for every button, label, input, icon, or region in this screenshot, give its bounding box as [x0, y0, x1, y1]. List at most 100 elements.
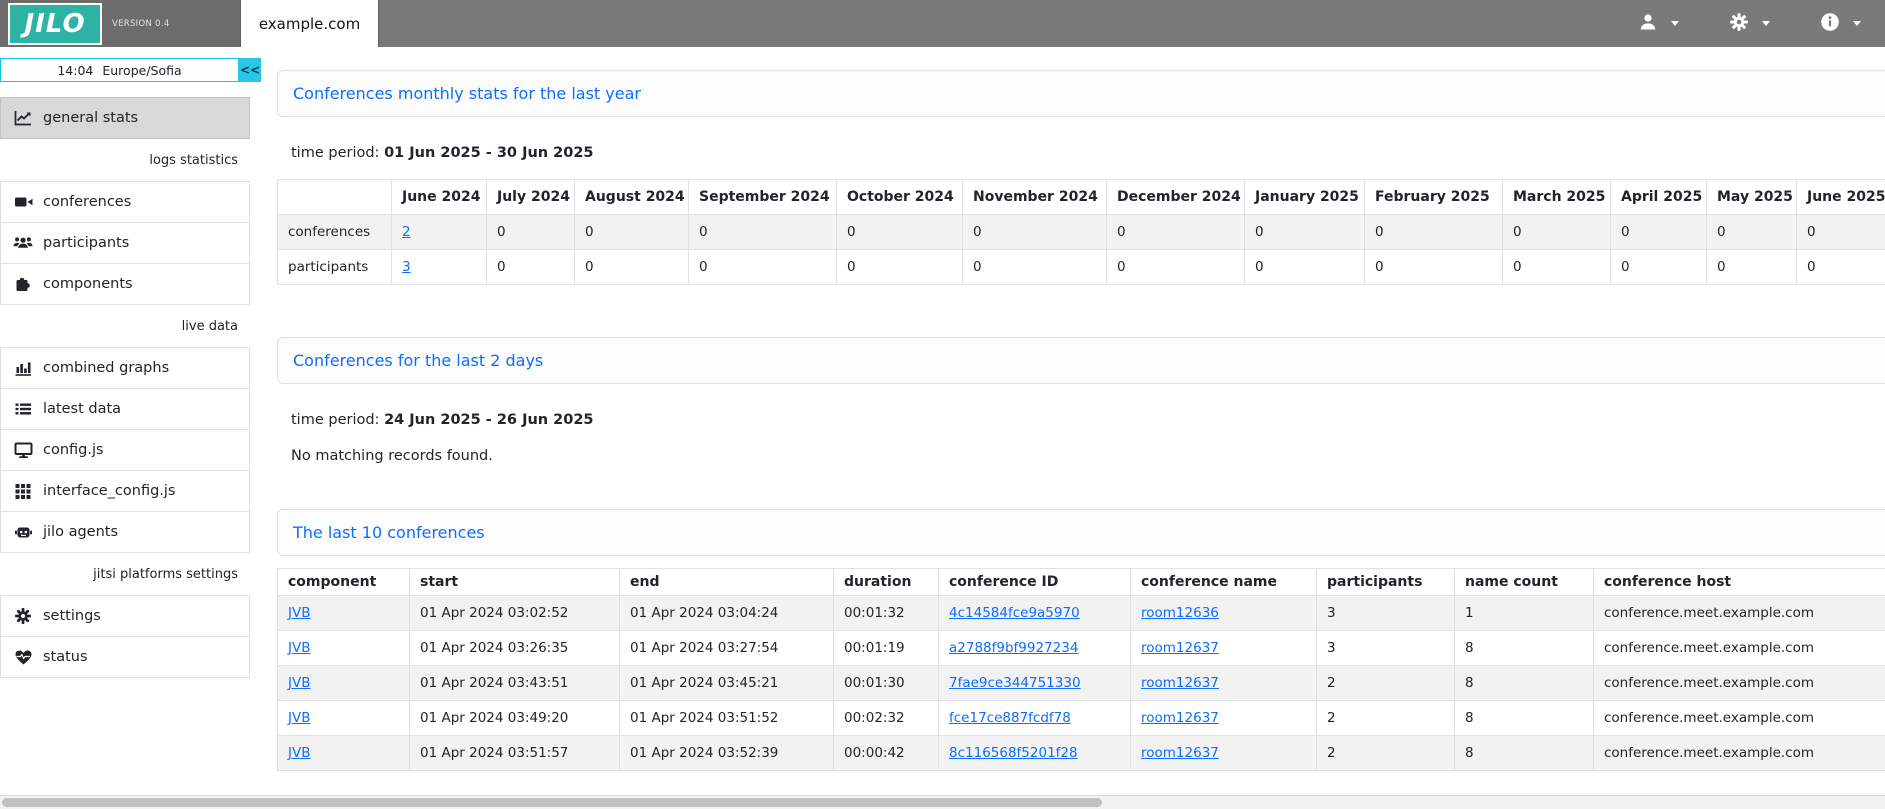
sidebar-item-general-stats[interactable]: general stats	[0, 97, 250, 139]
row-label: conferences	[278, 215, 392, 250]
time-period-label: time period:	[291, 412, 379, 428]
conference-id-link[interactable]: 8c116568f5201f28	[949, 745, 1078, 761]
sidebar-item-label: combined graphs	[43, 360, 169, 376]
component-link[interactable]: JVB	[288, 640, 310, 656]
conference-id-cell: a2788f9bf9927234	[939, 631, 1131, 666]
component-cell: JVB	[278, 666, 410, 701]
month-header-september-2024: September 2024	[689, 180, 837, 215]
stat-cell: 0	[1707, 215, 1797, 250]
sidebar-item-conferences[interactable]: conferences	[0, 181, 250, 223]
chart-line-icon	[13, 109, 33, 127]
sidebar-item-label: interface_config.js	[43, 483, 175, 499]
conference-name-cell: room12637	[1131, 701, 1317, 736]
list-icon	[13, 400, 33, 418]
component-link[interactable]: JVB	[288, 710, 310, 726]
name-count-cell: 8	[1455, 701, 1594, 736]
end-cell: 01 Apr 2024 03:52:39	[620, 736, 834, 771]
sidebar-collapse-button[interactable]: <<	[239, 58, 261, 82]
version-label: VERSION 0.4	[112, 19, 170, 29]
card-last-10-conferences: The last 10 conferences	[277, 509, 1885, 556]
end-cell: 01 Apr 2024 03:27:54	[620, 631, 834, 666]
component-link[interactable]: JVB	[288, 675, 310, 691]
month-header-may-2025: May 2025	[1707, 180, 1797, 215]
time-display: 14:04 Europe/Sofia	[0, 58, 239, 82]
participants-header: participants	[1317, 569, 1455, 596]
app-logo[interactable]: JILO	[8, 3, 102, 45]
sidebar-item-participants[interactable]: participants	[0, 222, 250, 264]
chevron-down-icon	[1853, 21, 1861, 26]
scrollbar-thumb[interactable]	[2, 798, 1102, 807]
conference-name-link[interactable]: room12637	[1141, 675, 1219, 691]
time-widget: 14:04 Europe/Sofia <<	[0, 58, 261, 82]
conferences-header-row: componentstartenddurationconference IDco…	[278, 569, 1885, 596]
row-label: participants	[278, 250, 392, 285]
component-header: component	[278, 569, 410, 596]
section-title-last-10: The last 10 conferences	[293, 523, 485, 542]
stat-cell: 0	[963, 215, 1107, 250]
month-header-november-2024: November 2024	[963, 180, 1107, 215]
settings-menu[interactable]	[1729, 12, 1770, 36]
end-cell: 01 Apr 2024 03:51:52	[620, 701, 834, 736]
stat-cell: 2	[392, 215, 487, 250]
end-cell: 01 Apr 2024 03:45:21	[620, 666, 834, 701]
time-period-value: 24 Jun 2025 - 26 Jun 2025	[384, 412, 593, 428]
name-count-cell: 8	[1455, 736, 1594, 771]
component-link[interactable]: JVB	[288, 605, 310, 621]
stats-row-participants: participants3000000000000	[278, 250, 1885, 285]
sidebar-item-combined-graphs[interactable]: combined graphs	[0, 347, 250, 389]
stat-cell: 0	[1503, 215, 1611, 250]
video-icon	[13, 193, 33, 211]
month-header-december-2024: December 2024	[1107, 180, 1245, 215]
conference-id-link[interactable]: 7fae9ce344751330	[949, 675, 1081, 691]
heart-pulse-icon	[13, 648, 33, 666]
sidebar-menu: general stats logs statistics conference…	[0, 97, 250, 678]
horizontal-scrollbar[interactable]	[0, 795, 1885, 809]
conference-id-link[interactable]: 4c14584fce9a5970	[949, 605, 1080, 621]
month-header-march-2025: March 2025	[1503, 180, 1611, 215]
conference-id-cell: 8c116568f5201f28	[939, 736, 1131, 771]
component-link[interactable]: JVB	[288, 745, 310, 761]
sidebar-item-label: config.js	[43, 442, 104, 458]
stat-cell: 0	[575, 250, 689, 285]
monitor-icon	[13, 441, 33, 459]
monthly-header-row: June 2024July 2024August 2024September 2…	[278, 180, 1885, 215]
sidebar-item-settings[interactable]: settings	[0, 595, 250, 637]
conferences-count-link[interactable]: 2	[402, 224, 411, 240]
top-bar: JILO VERSION 0.4 example.com	[0, 0, 1885, 47]
sidebar-item-label: components	[43, 276, 133, 292]
conference-name-link[interactable]: room12637	[1141, 640, 1219, 656]
participants-cell: 2	[1317, 701, 1455, 736]
section-title-monthly: Conferences monthly stats for the last y…	[293, 84, 641, 103]
stat-cell: 0	[1107, 215, 1245, 250]
conference-name-link[interactable]: room12637	[1141, 745, 1219, 761]
card-last-2-days: Conferences for the last 2 days	[277, 337, 1885, 384]
info-menu[interactable]	[1820, 12, 1861, 36]
conference-row: JVB01 Apr 2024 03:49:2001 Apr 2024 03:51…	[278, 701, 1885, 736]
clock-time: 14:04	[57, 63, 93, 78]
sidebar-item-jilo-agents[interactable]: jilo agents	[0, 511, 250, 553]
sidebar-item-status[interactable]: status	[0, 636, 250, 678]
robot-icon	[13, 523, 33, 541]
sidebar-item-interface-config-js[interactable]: interface_config.js	[0, 470, 250, 512]
participants-count-link[interactable]: 3	[402, 259, 411, 275]
conference-name-link[interactable]: room12636	[1141, 605, 1219, 621]
gear-icon	[1729, 12, 1749, 36]
user-menu[interactable]	[1638, 12, 1679, 36]
gear-icon	[13, 607, 33, 625]
start-header: start	[410, 569, 620, 596]
tab-example-com[interactable]: example.com	[240, 0, 379, 47]
users-icon	[13, 234, 33, 252]
sidebar-item-config-js[interactable]: config.js	[0, 429, 250, 471]
timezone-label: Europe/Sofia	[102, 63, 181, 78]
sidebar-section-logs-statistics: logs statistics	[0, 139, 250, 182]
conference-name-link[interactable]: room12637	[1141, 710, 1219, 726]
month-header-october-2024: October 2024	[837, 180, 963, 215]
name-count-cell: 1	[1455, 596, 1594, 631]
conference-id-link[interactable]: a2788f9bf9927234	[949, 640, 1078, 656]
sidebar-item-latest-data[interactable]: latest data	[0, 388, 250, 430]
sidebar-item-components[interactable]: components	[0, 263, 250, 305]
conference-id-link[interactable]: fce17ce887fcdf78	[949, 710, 1071, 726]
main-content: Conferences monthly stats for the last y…	[277, 47, 1885, 771]
component-cell: JVB	[278, 596, 410, 631]
stat-cell: 0	[689, 215, 837, 250]
